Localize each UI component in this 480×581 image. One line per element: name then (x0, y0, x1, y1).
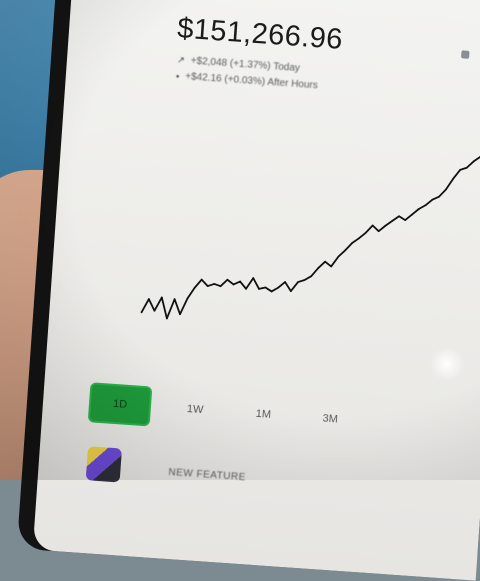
tab-1d[interactable]: 1D (89, 384, 151, 425)
notification-icon[interactable] (461, 50, 470, 59)
change-today-text: +$2,048 (+1.37%) Today (190, 55, 301, 75)
chart-series-line (140, 155, 480, 320)
phone-device: $151,266.96 ↗ +$2,048 (+1.37%) Today • +… (16, 0, 480, 581)
new-feature-banner-label[interactable]: NEW FEATURE (168, 467, 246, 483)
dot-icon: • (175, 70, 180, 82)
up-arrow-icon: ↗ (176, 54, 186, 66)
tab-3m[interactable]: 3M (322, 413, 338, 426)
screen-glare (430, 346, 464, 382)
phone-screen: $151,266.96 ↗ +$2,048 (+1.37%) Today • +… (32, 0, 480, 581)
chart-points (140, 155, 480, 320)
new-feature-banner-icon[interactable] (85, 446, 122, 483)
tab-1m[interactable]: 1M (255, 408, 271, 421)
portfolio-chart[interactable] (84, 121, 480, 418)
portfolio-balance: $151,266.96 (176, 12, 344, 56)
change-after-hours-text: +$42.16 (+0.03%) After Hours (184, 71, 319, 92)
tab-1w[interactable]: 1W (186, 403, 203, 416)
